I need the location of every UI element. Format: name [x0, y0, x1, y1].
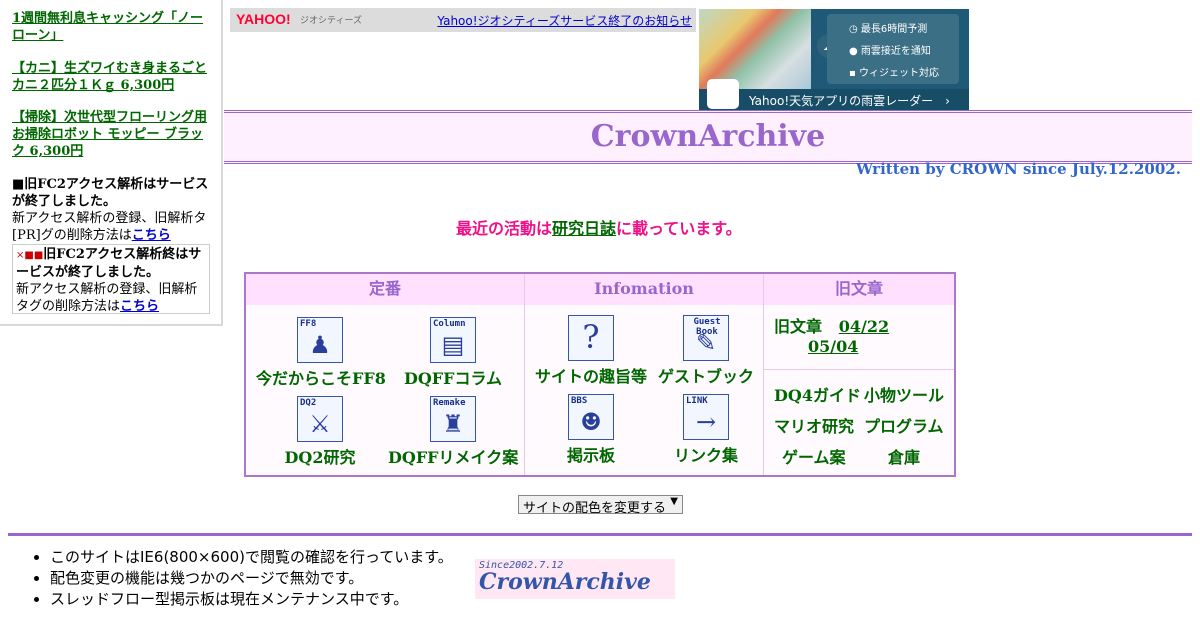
old-articles-column: 旧文章 旧文章 04/22 05/04 DQ4ガイド 小物ツール マリオ研究 プ… [764, 274, 954, 475]
site-badge-logo: Since2002.7.12 CrownArchive [475, 559, 675, 599]
geocities-shutdown-link[interactable]: Yahoo!ジオシティーズサービス終了のお知らせ [437, 12, 692, 29]
remake-party-icon: Remake ♜ [430, 396, 476, 442]
footer-divider [8, 533, 1192, 536]
standard-header: 定番 [246, 274, 524, 306]
weather-feature-1: ◷ 最長6時間予測 [849, 24, 928, 35]
close-icon[interactable]: ×■■ [16, 250, 43, 261]
color-scheme-select[interactable]: サイトの配色を変更する ▼ [518, 495, 683, 516]
guestbook-icon: Guest Book ✎ [683, 315, 729, 361]
fc2-notice: ■旧FC2アクセス解析はサービスが終了しました。 新アクセス解析の登録、旧解析タ… [12, 176, 212, 244]
old-articles-list: 旧文章 04/22 05/04 [774, 317, 889, 357]
remake-label[interactable]: DQFFリメイク案 [388, 444, 518, 468]
weather-ad-caption: Yahoo!天気アプリの雨雲レーダー › [749, 94, 950, 108]
bbs-label[interactable]: 掲示板 [533, 442, 649, 466]
ad-link-crab[interactable]: 【カニ】生ズワイむき身まるごとカニ２匹分１Ｋｇ 6,300円 [12, 60, 212, 94]
info-body: ? サイトの趣旨等 Guest Book ✎ ゲストブック BBS ☻ 掲示板 LI… [525, 305, 763, 475]
rain-radar-map-image [699, 9, 811, 89]
ad-link-loan[interactable]: 1週間無利息キャッシング「ノーローン」 [12, 10, 212, 44]
old-article-link-0504[interactable]: 05/04 [808, 337, 858, 356]
footer-note-ie6: このサイトはIE6(800×600)で閲覧の確認を行っています。 [50, 547, 453, 568]
menu-table: 定番 FF8 ♟ 今だからこそFF8 Column ▤ DQFFコラム DQ2 ⚔ D… [244, 272, 956, 477]
menu-item-column[interactable]: Column ▤ DQFFコラム [388, 317, 518, 389]
activity-suffix: に載っています。 [616, 219, 742, 238]
standard-column: 定番 FF8 ♟ 今だからこそFF8 Column ▤ DQFFコラム DQ2 ⚔ D… [246, 274, 525, 475]
menu-item-guestbook[interactable]: Guest Book ✎ ゲストブック [649, 315, 763, 387]
research-diary-link[interactable]: 研究日誌 [552, 219, 616, 238]
fc2-box: ×■■旧FC2アクセス解析終はサービスが終了しました。 新アクセス解析の登録、旧… [12, 244, 210, 314]
footer-note-bbs: スレッドフロー型掲示板は現在メンテナンス中です。 [50, 589, 453, 610]
badge-name: CrownArchive [479, 569, 651, 595]
bbs-people-icon: BBS ☻ [568, 394, 614, 440]
dq2-label[interactable]: DQ2研究 [256, 444, 384, 468]
fc2-box-link[interactable]: こちら [120, 299, 159, 314]
yahoo-geocities-bar: YAHOO! ジオシティーズ Yahoo!ジオシティーズサービス終了のお知らせ [230, 8, 696, 32]
weather-ad-footer: Yahoo!天気アプリの雨雲レーダー › [699, 79, 969, 110]
fc2-notice-line3: グの削除方法は [40, 228, 132, 243]
geocities-label: ジオシティーズ [300, 15, 363, 25]
link-arrow-icon: LINK → [683, 394, 729, 440]
old-articles-body: 旧文章 04/22 05/04 DQ4ガイド 小物ツール マリオ研究 プログラム… [764, 305, 954, 475]
weather-app-ad[interactable]: ☁ ◷ 最長6時間予測 ● 雨雲接近を通知 ▪ ウィジェット対応 Yahoo!天… [699, 9, 969, 110]
tool-link-game-ideas[interactable]: ゲーム案 [782, 444, 846, 468]
links-label[interactable]: リンク集 [649, 442, 763, 466]
tool-link-dq4-guide[interactable]: DQ4ガイド [774, 382, 861, 406]
activity-notice: 最近の活動は研究日誌に載っています。 [456, 215, 742, 239]
menu-item-ff8[interactable]: FF8 ♟ 今だからこそFF8 [256, 317, 386, 389]
ad-link-robot[interactable]: 【掃除】次世代型フローリング用お掃除ロボット モッピー ブラック 6,300円 [12, 109, 212, 160]
weather-feature-3: ▪ ウィジェット対応 [849, 68, 939, 79]
weather-feature-2: ● 雨雲接近を通知 [849, 46, 931, 57]
menu-item-links[interactable]: LINK → リンク集 [649, 394, 763, 466]
old-articles-header: 旧文章 [764, 274, 954, 306]
weather-feature-panel: ◷ 最長6時間予測 ● 雨雲接近を通知 ▪ ウィジェット対応 [827, 14, 959, 84]
widget-icon: ▪ [849, 68, 859, 79]
tools-grid: DQ4ガイド 小物ツール マリオ研究 プログラム ゲーム案 倉庫 [764, 369, 954, 467]
fc2-notice-line1: ■旧FC2アクセス解析はサービスが終了しました。 [12, 177, 209, 209]
yahoo-logo[interactable]: YAHOO! [236, 11, 291, 27]
tool-link-program[interactable]: プログラム [864, 413, 944, 437]
info-header: Infomation [525, 274, 763, 306]
fc2-notice-line2: 新アクセス解析の登録、旧解析タ [12, 211, 207, 226]
about-label[interactable]: サイトの趣旨等 [533, 363, 649, 387]
info-column: Infomation ? サイトの趣旨等 Guest Book ✎ ゲストブック … [525, 274, 764, 475]
guestbook-label[interactable]: ゲストブック [649, 363, 763, 387]
question-mark-icon: ? [568, 315, 614, 361]
ad-sidebar: 1週間無利息キャッシング「ノーローン」 【カニ】生ズワイむき身まるごとカニ２匹分… [0, 0, 223, 326]
menu-item-dq2[interactable]: DQ2 ⚔ DQ2研究 [256, 396, 384, 468]
footer-notes: このサイトはIE6(800×600)で閲覧の確認を行っています。 配色変更の機能… [30, 547, 453, 610]
ff8-character-icon: FF8 ♟ [297, 317, 343, 363]
fc2-link[interactable]: こちら [132, 228, 171, 243]
dropdown-arrow-icon: ▼ [670, 496, 678, 507]
tool-link-storage[interactable]: 倉庫 [888, 444, 920, 468]
fc2-box-text1: 旧FC2アクセス解析終はサービスが終了しました。 [16, 247, 202, 280]
old-article-link-0422[interactable]: 04/22 [839, 317, 889, 336]
tool-link-mario[interactable]: マリオ研究 [774, 413, 854, 437]
dq2-hero-icon: DQ2 ⚔ [297, 396, 343, 442]
column-label[interactable]: DQFFコラム [388, 365, 518, 389]
tool-link-small-tools[interactable]: 小物ツール [864, 382, 944, 406]
footer-note-color: 配色変更の機能は幾つかのページで無効です。 [50, 568, 453, 589]
color-scheme-value: サイトの配色を変更する [523, 501, 667, 516]
title-band: CrownArchive [224, 110, 1192, 164]
menu-item-remake[interactable]: Remake ♜ DQFFリメイク案 [388, 396, 518, 468]
site-title: CrownArchive [590, 119, 826, 154]
weather-app-icon [707, 79, 739, 109]
activity-prefix: 最近の活動は [456, 219, 553, 238]
old-articles-label: 旧文章 [774, 317, 823, 336]
menu-item-bbs[interactable]: BBS ☻ 掲示板 [533, 394, 649, 466]
menu-item-about[interactable]: ? サイトの趣旨等 [533, 315, 649, 387]
clock-icon: ◷ [849, 24, 861, 35]
fc2-box-text2: 新アクセス解析の登録、旧解析タグの削除方法は [16, 282, 198, 314]
location-pin-icon: ● [849, 46, 861, 57]
book-icon: Column ▤ [430, 317, 476, 363]
byline: Written by CROWN since July.12.2002. [856, 160, 1181, 178]
pr-label: [PR] [12, 228, 41, 243]
ff8-label[interactable]: 今だからこそFF8 [256, 365, 386, 389]
standard-body: FF8 ♟ 今だからこそFF8 Column ▤ DQFFコラム DQ2 ⚔ DQ2研… [246, 305, 524, 475]
